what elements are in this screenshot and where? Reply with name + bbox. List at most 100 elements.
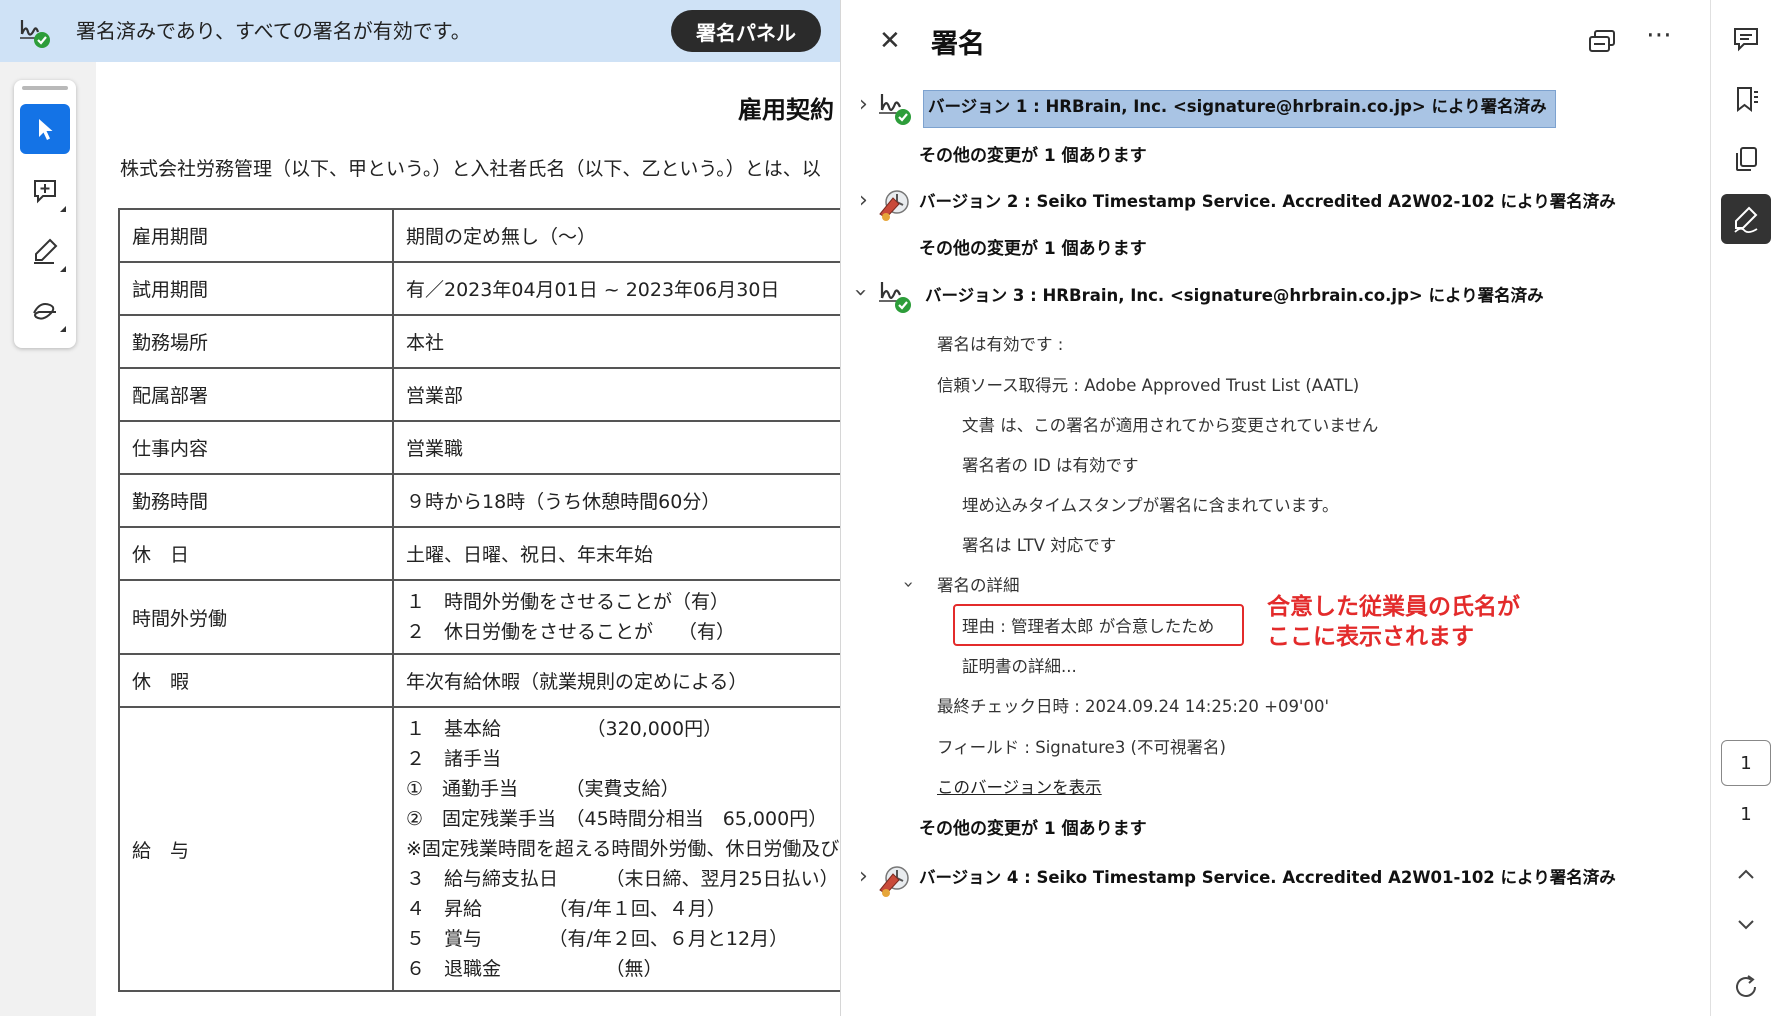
table-row: 試用期間 有／2023年04月01日 ~ 2023年06月30日 <box>118 261 840 316</box>
chevron-down-icon[interactable]: › <box>848 288 873 297</box>
panel-title: 署名 <box>931 29 985 60</box>
row-label: 勤務場所 <box>118 314 394 369</box>
row-label: 試用期間 <box>118 261 394 316</box>
comments-button[interactable] <box>1721 14 1771 64</box>
bookmarks-button[interactable] <box>1721 74 1771 124</box>
row-value-line: ※固定残業時間を超える時間外労働、休日労働及び <box>406 838 840 860</box>
current-page-input[interactable]: 1 <box>1721 740 1771 786</box>
pages-button[interactable] <box>1721 134 1771 184</box>
signature-valid-icon <box>879 282 911 313</box>
refresh-icon[interactable] <box>1731 972 1761 1002</box>
signature-panel: ✕ 署名 ⋯ › バージョン 1 : HRBrain, Inc. <signat… <box>840 0 1710 1016</box>
version-1-label[interactable]: バージョン 1 : HRBrain, Inc. <signature@hrbra… <box>923 90 1556 128</box>
row-value-line: ① 通勤手当 （実費支給） <box>406 778 680 800</box>
more-options-icon[interactable]: ⋯ <box>1646 20 1673 50</box>
signature-field: フィールド : Signature3 (不可視署名) <box>937 738 1226 757</box>
table-row: 勤務場所 本社 <box>118 314 840 369</box>
ltv-status: 署名は LTV 対応です <box>962 536 1117 555</box>
row-value-line: ２ 休日労働をさせることが （有） <box>406 621 736 643</box>
row-label: 勤務時間 <box>118 473 394 528</box>
chevron-right-icon[interactable]: › <box>859 188 868 213</box>
chevron-right-icon[interactable]: › <box>859 92 868 117</box>
banner-message: 署名済みであり、すべての署名が有効です。 <box>76 19 471 43</box>
version-3-other-changes: その他の変更が 1 個あります <box>919 819 1147 839</box>
chevron-up-icon[interactable] <box>1731 862 1761 886</box>
annotation-line: ここに表示されます <box>1267 624 1474 650</box>
row-value: １ 基本給 （320,000円） ２ 諸手当 ① 通勤手当 （実費支給） ② 固… <box>392 706 840 992</box>
row-value-line: ６ 退職金 （無） <box>406 958 663 980</box>
select-tool-button[interactable] <box>20 104 70 154</box>
fill-sign-icon <box>1734 206 1758 234</box>
table-row: 仕事内容 営業職 <box>118 420 840 475</box>
validate-all-icon[interactable] <box>1586 26 1618 58</box>
row-value: 土曜、日曜、祝日、年末年始 <box>392 526 840 581</box>
last-checked: 最終チェック日時 : 2024.09.24 14:25:20 +09'00' <box>937 697 1330 716</box>
highlight-pen-icon <box>34 238 58 264</box>
row-value: 本社 <box>392 314 840 369</box>
view-version-link[interactable]: このバージョンを表示 <box>937 774 1102 798</box>
tool-options-indicator <box>60 266 66 272</box>
signature-panel-button[interactable]: 署名パネル <box>671 10 821 52</box>
table-row: 雇用期間 期間の定め無し（〜） <box>118 208 840 263</box>
cursor-icon <box>39 119 53 140</box>
close-icon[interactable]: ✕ <box>879 26 901 56</box>
table-row: 給 与 １ 基本給 （320,000円） ２ 諸手当 ① 通勤手当 （実費支給）… <box>118 706 840 992</box>
certificate-details-link[interactable]: 証明書の詳細... <box>962 653 1077 677</box>
fill-sign-button[interactable] <box>1721 194 1771 244</box>
row-value: 営業部 <box>392 367 840 422</box>
chevron-down-icon[interactable] <box>1731 912 1761 936</box>
signature-status-banner: 署名済みであり、すべての署名が有効です。 署名パネル <box>0 0 840 62</box>
bookmark-icon <box>1737 87 1758 113</box>
row-value-line: １ 時間外労働をさせることが（有） <box>406 591 730 613</box>
document-title: 雇用契約 <box>738 96 834 124</box>
trust-source: 信頼ソース取得元 : Adobe Approved Trust List (AA… <box>937 376 1360 395</box>
document-unchanged-status: 文書 は、この署名が適用されてから変更されていません <box>962 416 1379 435</box>
row-value: ９時から18時（うち休憩時間60分） <box>392 473 840 528</box>
document-page: 雇用契約 株式会社労務管理（以下、甲という。）と入社者氏名（以下、乙という。）と… <box>96 62 840 1016</box>
row-label: 休 日 <box>118 526 394 581</box>
version-1-other-changes: その他の変更が 1 個あります <box>919 146 1147 166</box>
total-pages: 1 <box>1740 804 1752 825</box>
add-comment-tool-button[interactable] <box>20 166 70 216</box>
signature-details-header[interactable]: 署名の詳細 <box>937 572 1020 596</box>
row-value: １ 時間外労働をさせることが（有） ２ 休日労働をさせることが （有） <box>392 579 840 655</box>
table-row: 休 日 土曜、日曜、祝日、年末年始 <box>118 526 840 581</box>
version-2-other-changes: その他の変更が 1 個あります <box>919 239 1147 259</box>
quick-tools-toolbar <box>14 80 76 348</box>
row-label: 休 暇 <box>118 653 394 708</box>
toolbar-drag-handle[interactable] <box>22 86 68 90</box>
draw-tool-button[interactable] <box>20 286 70 336</box>
row-value-line: １ 基本給 （320,000円） <box>406 718 723 740</box>
row-value: 有／2023年04月01日 ~ 2023年06月30日 <box>392 261 840 316</box>
version-2-label[interactable]: バージョン 2 : Seiko Timestamp Service. Accre… <box>919 188 1616 212</box>
freehand-draw-icon <box>33 303 56 320</box>
row-value: 年次有給休暇（就業規則の定めによる） <box>392 653 840 708</box>
signature-valid-icon <box>20 20 50 48</box>
row-label: 配属部署 <box>118 367 394 422</box>
row-value-line: ３ 給与締支払日 （末日締、翌月25日払い） <box>406 868 839 890</box>
add-comment-icon <box>34 180 56 204</box>
chevron-right-icon[interactable]: › <box>859 864 868 889</box>
employment-terms-table: 雇用期間 期間の定め無し（〜） 試用期間 有／2023年04月01日 ~ 202… <box>118 208 840 992</box>
annotation-line: 合意した従業員の氏名が <box>1267 594 1520 620</box>
row-value-line: ② 固定残業手当 （45時間分相当 65,000円） <box>406 808 828 830</box>
version-3-label[interactable]: バージョン 3 : HRBrain, Inc. <signature@hrbra… <box>925 282 1544 306</box>
signer-id-status: 署名者の ID は有効です <box>962 456 1139 475</box>
timestamp-icon <box>879 190 909 221</box>
table-row: 休 暇 年次有給休暇（就業規則の定めによる） <box>118 653 840 708</box>
signature-valid-status: 署名は有効です : <box>937 335 1064 354</box>
table-row: 時間外労働 １ 時間外労働をさせることが（有） ２ 休日労働をさせることが （有… <box>118 579 840 655</box>
pages-icon <box>1736 147 1757 171</box>
table-row: 勤務時間 ９時から18時（うち休憩時間60分） <box>118 473 840 528</box>
row-value-line: ２ 諸手当 <box>406 748 502 770</box>
timestamp-status: 埋め込みタイムスタンプが署名に含まれています。 <box>962 496 1339 515</box>
comment-icon <box>1734 28 1758 52</box>
row-label: 雇用期間 <box>118 208 394 263</box>
document-intro: 株式会社労務管理（以下、甲という。）と入社者氏名（以下、乙という。）とは、以 <box>120 158 821 180</box>
signature-reason: 理由 : 管理者太郎 が合意したため <box>962 617 1215 636</box>
highlight-tool-button[interactable] <box>20 226 70 276</box>
row-value-line: ５ 賞与 （有/年２回、６月と12月） <box>406 928 789 950</box>
chevron-down-icon[interactable]: › <box>898 581 919 588</box>
version-4-label[interactable]: バージョン 4 : Seiko Timestamp Service. Accre… <box>919 864 1616 888</box>
row-value: 期間の定め無し（〜） <box>392 208 840 263</box>
